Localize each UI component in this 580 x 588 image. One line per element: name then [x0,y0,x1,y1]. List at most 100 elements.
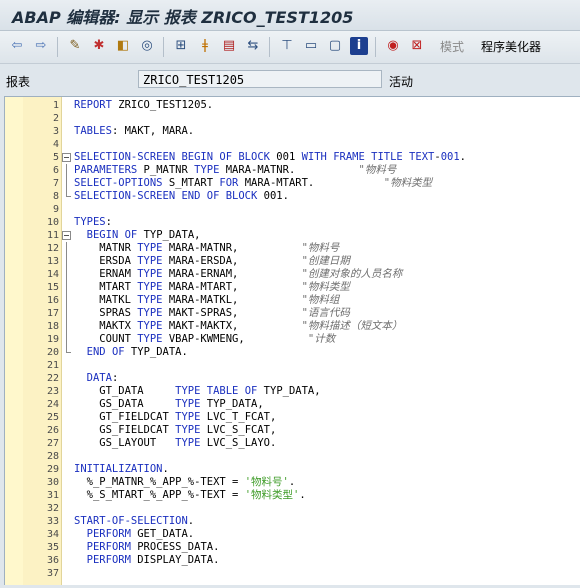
line-number: 29 [46,464,59,475]
code-line[interactable]: 36 PERFORM DISPLAY_DATA. [5,554,580,567]
where-used-icon[interactable]: ⊞ [172,37,190,55]
code-line[interactable]: 30 %_P_MATNR_%_APP_%-TEXT = '物料号'. [5,476,580,489]
keyword-token: SELECTION-SCREEN END OF BLOCK [74,190,264,202]
code-line[interactable]: 26 GS_FIELDCAT TYPE LVC_S_FCAT, [5,424,580,437]
code-line[interactable]: 12 MATNR TYPE MARA-MATNR, "物料号 [5,242,580,255]
display-object-list-icon[interactable]: ▤ [220,37,238,55]
code-line[interactable]: 35 PERFORM PROCESS_DATA. [5,541,580,554]
code-text: SELECTION-SCREEN BEGIN OF BLOCK 001 WITH… [74,151,466,164]
code-text: SELECT-OPTIONS S_MTART FOR MARA-MTART. "… [74,177,432,190]
code-line[interactable]: 18 MAKTX TYPE MAKT-MAKTX, "物料描述（短文本） [5,320,580,333]
code-line[interactable]: 20 END OF TYP_DATA. [5,346,580,359]
program-name-field[interactable]: ZRICO_TEST1205 [138,70,382,88]
code-line[interactable]: 28 [5,450,580,463]
keyword-token: SELECTION-SCREEN BEGIN OF BLOCK [74,151,277,163]
code-token: MAKT-SPRAS, [168,307,302,319]
code-line[interactable]: 3 TABLES: MAKT, MARA. [5,125,580,138]
code-text: DATA: [74,372,119,385]
edit-pencil-icon[interactable]: ✎ [66,37,84,55]
code-line[interactable]: 2 [5,112,580,125]
code-token: COUNT [74,333,138,345]
pretty-printer-button[interactable]: 程序美化器 [481,39,541,55]
code-line[interactable]: 19 COUNT TYPE VBAP-KWMENG, "计数 [5,333,580,346]
code-line[interactable]: 21 [5,359,580,372]
comment-token: "物料组 [301,294,340,306]
code-line[interactable]: 15 MTART TYPE MARA-MTART, "物料类型 [5,281,580,294]
information-icon[interactable]: i [350,37,368,55]
comment-token: "物料类型 [301,281,350,293]
code-token: . [288,476,296,488]
code-line[interactable]: 33 START-OF-SELECTION. [5,515,580,528]
navigation-window-icon[interactable]: ⇆ [244,37,262,55]
code-token: %_P_MATNR_%_APP_%-TEXT = [74,476,245,488]
delete-breakpoint-icon[interactable]: ⊠ [408,37,426,55]
check-syntax-icon[interactable]: ✱ [90,37,108,55]
code-line[interactable]: 34 PERFORM GET_DATA. [5,528,580,541]
code-text: PERFORM PROCESS_DATA. [74,541,220,554]
forward-arrow-icon[interactable]: ⇨ [32,37,50,55]
code-token: . [187,515,195,527]
hierarchy-icon[interactable]: ⊤ [278,37,296,55]
code-line[interactable]: 11 BEGIN OF TYP_DATA, [5,229,580,242]
code-line[interactable]: 31 %_S_MTART_%_APP_%-TEXT = '物料类型'. [5,489,580,502]
code-line[interactable]: 4 [5,138,580,151]
code-token: TYP_DATA, [263,385,321,397]
collapse-block-icon[interactable] [62,151,71,164]
code-line[interactable]: 32 [5,502,580,515]
collapse-block-icon[interactable] [62,229,71,242]
code-line[interactable]: 9 [5,203,580,216]
object-list-icon[interactable]: ǂ [196,37,214,55]
print-icon[interactable]: ▭ [302,37,320,55]
code-token: P_MATNR [143,164,195,176]
keyword-token: TYPE [137,307,169,319]
code-text: GS_LAYOUT TYPE LVC_S_LAYO. [74,437,276,450]
code-line[interactable]: 1 REPORT ZRICO_TEST1205. [5,99,580,112]
activate-icon[interactable]: ◧ [114,37,132,55]
code-line[interactable]: 10 TYPES: [5,216,580,229]
code-line[interactable]: 16 MATKL TYPE MARA-MATKL, "物料组 [5,294,580,307]
code-token: TYP_DATA. [130,346,188,358]
code-line[interactable]: 17 SPRAS TYPE MAKT-SPRAS, "语言代码 [5,307,580,320]
code-text: PERFORM GET_DATA. [74,528,194,541]
keyword-token: FOR [219,177,245,189]
pattern-button[interactable]: 模式 [440,39,464,55]
keyword-token: TYPE [137,281,169,293]
code-line[interactable]: 22 DATA: [5,372,580,385]
code-line[interactable]: 13 ERSDA TYPE MARA-ERSDA, "创建日期 [5,255,580,268]
code-token: SPRAS [74,307,138,319]
code-line[interactable]: 5 SELECTION-SCREEN BEGIN OF BLOCK 001 WIT… [5,151,580,164]
back-arrow-icon[interactable]: ⇦ [8,37,26,55]
code-line[interactable]: 24 GS_DATA TYPE TYP_DATA, [5,398,580,411]
code-line[interactable]: 7 SELECT-OPTIONS S_MTART FOR MARA-MTART. … [5,177,580,190]
code-token: MAKT-MAKTX, [168,320,302,332]
comment-token: "物料描述（短文本） [301,320,403,332]
code-line[interactable]: 29 INITIALIZATION. [5,463,580,476]
code-token: GT_FIELDCAT [74,411,176,423]
keyword-token: PERFORM [86,554,138,566]
code-line[interactable]: 25 GT_FIELDCAT TYPE LVC_T_FCAT, [5,411,580,424]
fold-guide-line [62,333,71,346]
code-text: SELECTION-SCREEN END OF BLOCK 001. [74,190,289,203]
test-icon[interactable]: ◎ [138,37,156,55]
line-number: 33 [46,516,59,527]
code-line[interactable]: 27 GS_LAYOUT TYPE LVC_S_LAYO. [5,437,580,450]
code-line[interactable]: 8 SELECTION-SCREEN END OF BLOCK 001. [5,190,580,203]
code-token: MARA-ERSDA, [168,255,302,267]
code-text: MATNR TYPE MARA-MATNR, "物料号 [74,242,339,255]
code-line[interactable]: 14 ERNAM TYPE MARA-ERNAM, "创建对象的人员名称 [5,268,580,281]
code-line[interactable]: 37 [5,567,580,580]
line-number: 14 [46,269,59,280]
code-line[interactable]: 23 GT_DATA TYPE TABLE OF TYP_DATA, [5,385,580,398]
code-line[interactable]: 6 PARAMETERS P_MATNR TYPE MARA-MATNR. "物料… [5,164,580,177]
fold-guide-line [62,190,71,203]
code-text: GS_FIELDCAT TYPE LVC_S_FCAT, [74,424,276,437]
code-token: ERSDA [74,255,138,267]
breakpoint-icon[interactable]: ◉ [384,37,402,55]
code-token: DISPLAY_DATA. [137,554,220,566]
code-text: TABLES: MAKT, MARA. [74,125,194,138]
line-number: 25 [46,412,59,423]
screen-icon[interactable]: ▢ [326,37,344,55]
code-editor[interactable]: 1 REPORT ZRICO_TEST1205. 2 3 TABLES: MAKT, M… [4,96,580,585]
